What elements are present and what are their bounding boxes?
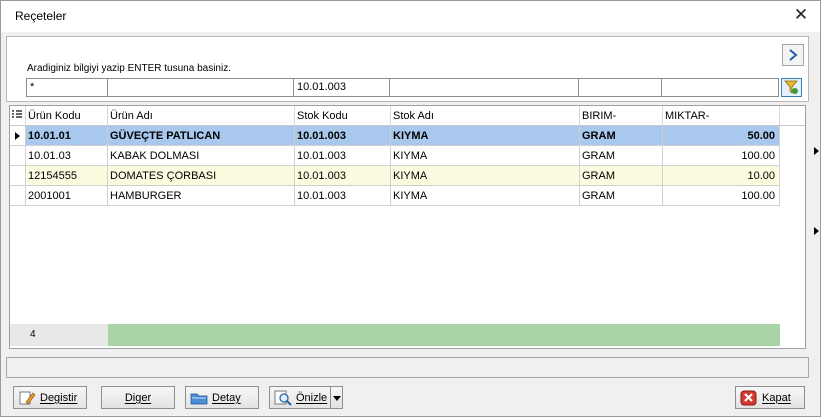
filter-input-stok-kodu[interactable]: 10.01.003 bbox=[293, 78, 390, 97]
cell-stok-kodu[interactable]: 10.01.003 bbox=[295, 186, 391, 206]
footer-indicator bbox=[10, 324, 26, 346]
table-row[interactable]: 12154555 DOMATES ÇORBASI 10.01.003 KIYMA GRA… bbox=[10, 166, 805, 186]
cell-stok-adi[interactable]: KIYMA bbox=[391, 166, 580, 186]
cell-birim[interactable]: GRAM bbox=[580, 166, 663, 186]
table-row[interactable]: 10.01.01 GÜVEÇTE PATLICAN 10.01.003 KIYMA GR… bbox=[10, 126, 805, 146]
cell-birim[interactable]: GRAM bbox=[580, 146, 663, 166]
cell-stok-adi[interactable]: KIYMA bbox=[391, 126, 580, 146]
cell-urun-kodu[interactable]: 12154555 bbox=[26, 166, 108, 186]
filter-input-urun-adi[interactable] bbox=[107, 78, 294, 97]
column-header-birim[interactable]: BIRIM- bbox=[580, 106, 663, 126]
close-icon bbox=[740, 390, 758, 406]
footer-summary bbox=[108, 324, 780, 346]
close-button[interactable]: Kapat bbox=[735, 386, 805, 409]
status-bar bbox=[6, 357, 809, 378]
cell-miktar[interactable]: 100.00 bbox=[663, 186, 780, 206]
table-row[interactable]: 10.01.03 KABAK DOLMASI 10.01.003 KIYMA GRAM 1… bbox=[10, 146, 805, 166]
cell-urun-adi[interactable]: KABAK DOLMASI bbox=[108, 146, 295, 166]
chevron-right-icon[interactable] bbox=[782, 44, 804, 66]
filter-input-miktar[interactable] bbox=[661, 78, 779, 97]
chevron-down-icon[interactable] bbox=[330, 386, 343, 409]
column-header-stok-adi[interactable]: Stok Adı bbox=[391, 106, 580, 126]
folder-icon bbox=[190, 390, 208, 406]
cell-urun-adi[interactable]: DOMATES ÇORBASI bbox=[108, 166, 295, 186]
pencil-icon bbox=[18, 390, 36, 406]
cell-stok-adi[interactable]: KIYMA bbox=[391, 186, 580, 206]
other-button[interactable]: Diger bbox=[101, 386, 175, 409]
title-bar: Reçeteler ✕ bbox=[1, 1, 820, 32]
column-header-miktar[interactable]: MIKTAR- bbox=[663, 106, 780, 126]
close-icon[interactable]: ✕ bbox=[790, 4, 812, 26]
cell-urun-kodu[interactable]: 2001001 bbox=[26, 186, 108, 206]
detail-button-label: Detay bbox=[212, 391, 241, 404]
row-indicator[interactable] bbox=[10, 166, 26, 186]
column-chooser-icon[interactable] bbox=[10, 106, 26, 126]
column-header-urun-adi[interactable]: Ürün Adı bbox=[108, 106, 295, 126]
cell-stok-kodu[interactable]: 10.01.003 bbox=[295, 166, 391, 186]
preview-button[interactable]: Önizle bbox=[269, 386, 331, 409]
right-edge-arrows bbox=[812, 141, 821, 241]
cell-stok-kodu[interactable]: 10.01.003 bbox=[295, 126, 391, 146]
row-indicator[interactable] bbox=[10, 146, 26, 166]
recipes-grid: Ürün Kodu Ürün Adı Stok Kodu Stok Adı BI… bbox=[9, 105, 806, 349]
column-header-stok-kodu[interactable]: Stok Kodu bbox=[295, 106, 391, 126]
window-title: Reçeteler bbox=[15, 9, 67, 23]
current-row-indicator[interactable] bbox=[10, 126, 26, 146]
cell-stok-adi[interactable]: KIYMA bbox=[391, 146, 580, 166]
cell-birim[interactable]: GRAM bbox=[580, 186, 663, 206]
grid-header: Ürün Kodu Ürün Adı Stok Kodu Stok Adı BI… bbox=[10, 106, 805, 126]
detail-button[interactable]: Detay bbox=[185, 386, 259, 409]
search-hint: Aradiginiz bilgiyi yazip ENTER tusuna ba… bbox=[27, 63, 231, 74]
magnifier-icon bbox=[274, 390, 292, 406]
cell-miktar[interactable]: 100.00 bbox=[663, 146, 780, 166]
close-button-label: Kapat bbox=[762, 391, 791, 404]
filter-input-urun-kodu[interactable]: * bbox=[26, 78, 108, 97]
filter-input-birim[interactable] bbox=[578, 78, 662, 97]
row-indicator[interactable] bbox=[10, 186, 26, 206]
cell-urun-kodu[interactable]: 10.01.01 bbox=[26, 126, 108, 146]
grid-footer: 4 bbox=[10, 324, 805, 348]
filter-input-stok-adi[interactable] bbox=[389, 78, 579, 97]
table-row[interactable]: 2001001 HAMBURGER 10.01.003 KIYMA GRAM 100.00 bbox=[10, 186, 805, 206]
filter-icon[interactable] bbox=[781, 78, 802, 97]
recipes-window: Reçeteler ✕ Aradiginiz bilgiyi yazip ENT… bbox=[0, 0, 821, 417]
edit-button-label: Degistir bbox=[40, 391, 78, 404]
cell-urun-adi[interactable]: HAMBURGER bbox=[108, 186, 295, 206]
edit-button[interactable]: Degistir bbox=[13, 386, 87, 409]
cell-urun-kodu[interactable]: 10.01.03 bbox=[26, 146, 108, 166]
column-header-urun-kodu[interactable]: Ürün Kodu bbox=[26, 106, 108, 126]
cell-miktar[interactable]: 50.00 bbox=[663, 126, 780, 146]
row-count: 4 bbox=[26, 324, 108, 346]
cell-urun-adi[interactable]: GÜVEÇTE PATLICAN bbox=[108, 126, 295, 146]
other-button-label: Diger bbox=[124, 391, 152, 404]
cell-birim[interactable]: GRAM bbox=[580, 126, 663, 146]
preview-button-label: Önizle bbox=[296, 391, 328, 404]
cell-stok-kodu[interactable]: 10.01.003 bbox=[295, 146, 391, 166]
cell-miktar[interactable]: 10.00 bbox=[663, 166, 780, 186]
